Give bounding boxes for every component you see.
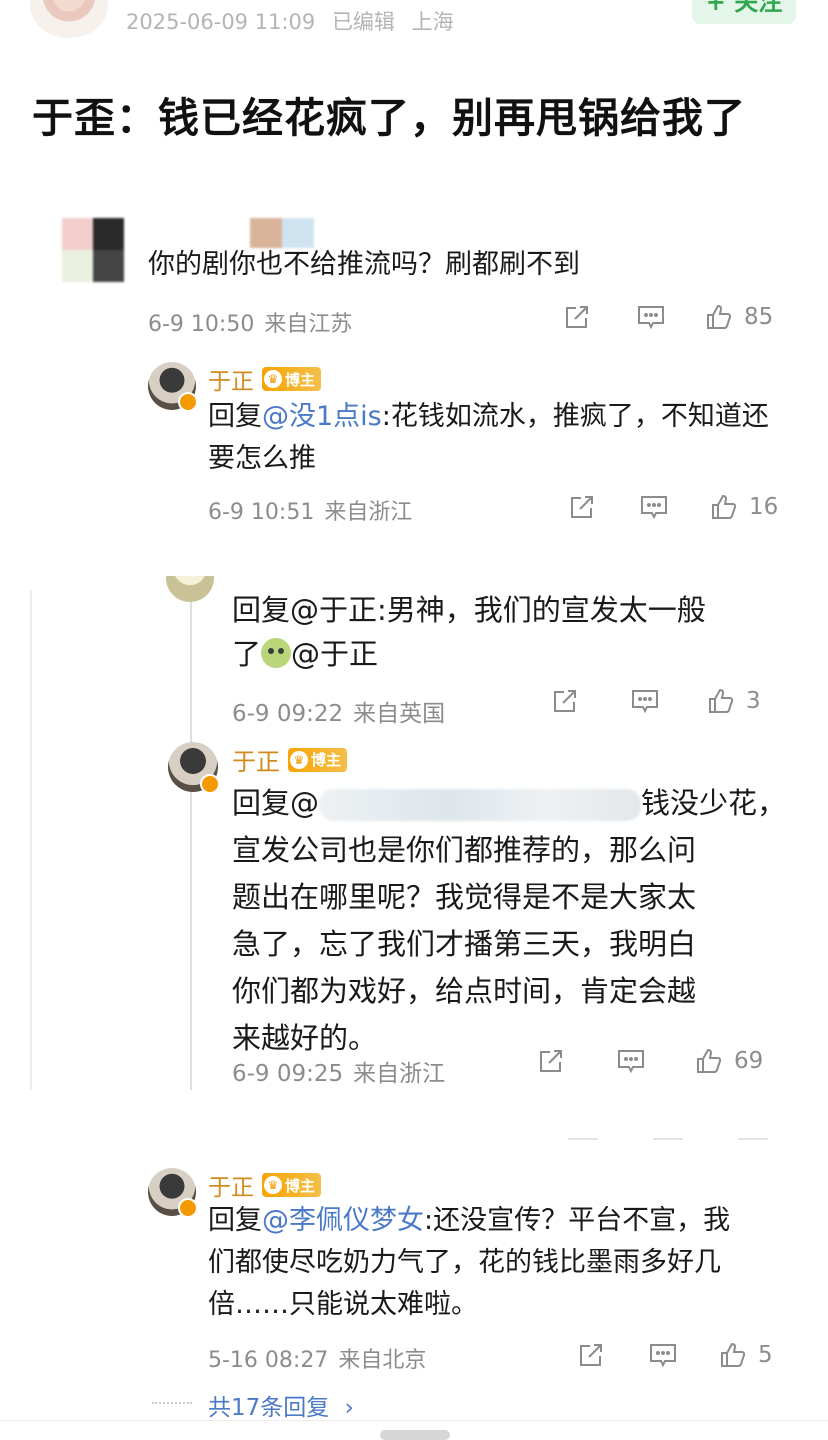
like-count: 3 — [746, 688, 761, 714]
like-count: 16 — [749, 494, 779, 520]
chevron-right-icon: › — [344, 1395, 354, 1421]
thread-line — [190, 590, 192, 1090]
comment-actions: 3 — [548, 686, 761, 716]
comment-text: 回复@于正:男神，我们的宣发太一般 了 @于正 — [232, 593, 706, 671]
reply-avatar[interactable] — [168, 742, 220, 794]
like-icon — [707, 304, 732, 329]
comment-actions: 85 — [560, 302, 773, 332]
share-button[interactable] — [565, 492, 599, 522]
like-count: 85 — [744, 304, 774, 330]
crown-icon: ♛ — [264, 1176, 282, 1194]
reply-meta: 6-9 10:51 来自浙江 — [208, 500, 413, 525]
like-button[interactable]: 16 — [709, 492, 778, 522]
reply-text: 回复@李佩仪梦女:还没宣传？平台不宣，我 们都使尽吃奶力气了，花的钱比墨雨多好几… — [208, 1205, 731, 1320]
reply-meta: 6-9 09:25 来自浙江 — [232, 1061, 446, 1087]
blogger-badge: ♛ 博主 — [262, 1173, 322, 1197]
reply-text: 回复@ 钱没少花， 宣发公司也是你们都推荐的，那么问 题出在哪里呢？我觉得是不是大… — [232, 786, 787, 1055]
like-button[interactable]: 5 — [718, 1340, 773, 1370]
like-icon — [709, 688, 734, 713]
comment-icon — [641, 496, 667, 520]
comment-icon — [650, 1344, 676, 1368]
home-indicator[interactable] — [380, 1430, 450, 1440]
post-headline: 于歪：钱已经花疯了，别再甩锅给我了 — [32, 94, 746, 142]
comment-text: 你的剧你也不给推流吗？刷都刷不到 — [148, 249, 580, 280]
share-icon — [571, 496, 593, 518]
post-meta: 2025-06-09 11:09 已编辑 上海 — [126, 6, 464, 36]
blogger-badge: ♛ 博主 — [288, 747, 348, 772]
like-count: 69 — [734, 1048, 764, 1074]
reply-actions: 69 — [534, 1046, 763, 1076]
like-icon — [712, 494, 737, 519]
share-button[interactable] — [574, 1340, 608, 1370]
reply-username[interactable]: 于正 ♛ 博主 — [232, 742, 348, 777]
reply-actions: 16 — [565, 492, 778, 522]
share-button[interactable] — [560, 302, 594, 332]
crown-icon: ♛ — [264, 370, 282, 388]
like-icon — [697, 1048, 722, 1073]
reply-button[interactable] — [646, 1340, 680, 1370]
follow-button[interactable]: + 关注 — [692, 0, 796, 24]
reply-meta: 5-16 08:27 来自北京 — [208, 1348, 427, 1373]
poster-avatar[interactable] — [30, 0, 108, 38]
mention-link[interactable]: @李佩仪梦女 — [262, 1205, 424, 1236]
crop-marks — [568, 1138, 768, 1144]
blurred-avatar[interactable] — [62, 218, 124, 282]
share-icon — [566, 306, 588, 328]
comment-icon — [618, 1050, 644, 1074]
share-icon — [540, 1050, 562, 1072]
cropped-avatar[interactable] — [166, 576, 214, 602]
like-icon — [721, 1342, 746, 1367]
screenshot-edge — [30, 590, 32, 1090]
share-icon — [554, 690, 576, 712]
comment-icon — [632, 690, 658, 714]
post-location: 上海 — [411, 10, 454, 34]
mention-link[interactable]: @没1点is — [262, 401, 382, 432]
share-button[interactable] — [548, 686, 582, 716]
like-button[interactable]: 69 — [694, 1046, 763, 1076]
reply-button[interactable] — [634, 302, 668, 332]
comment-icon — [638, 306, 664, 330]
comment-meta: 6-9 09:22 来自英国 — [232, 701, 446, 727]
crown-icon: ♛ — [290, 750, 308, 769]
comment-meta: 6-9 10:50 来自江苏 — [148, 312, 353, 337]
reply-button[interactable] — [614, 1046, 648, 1076]
reply-avatar[interactable] — [148, 362, 198, 412]
like-button[interactable]: 85 — [704, 302, 773, 332]
reply-text: 回复@没1点is:花钱如流水，推疯了，不知道还要怎么推 — [208, 401, 769, 474]
reply-username[interactable]: 于正 ♛ 博主 — [208, 1168, 322, 1202]
share-icon — [580, 1344, 602, 1366]
dotted-separator — [152, 1402, 192, 1406]
blurred-mention — [319, 789, 642, 821]
blogger-badge: ♛ 博主 — [262, 367, 322, 391]
reply-actions: 5 — [574, 1340, 773, 1370]
like-button[interactable]: 3 — [706, 686, 761, 716]
divider — [0, 1420, 828, 1421]
share-button[interactable] — [534, 1046, 568, 1076]
reply-username[interactable]: 于正 ♛ 博主 — [208, 362, 322, 396]
reply-avatar[interactable] — [148, 1168, 198, 1218]
more-replies-link[interactable]: 共17条回复 › — [208, 1388, 354, 1422]
like-count: 5 — [758, 1342, 773, 1368]
emoji-icon — [261, 638, 292, 668]
reply-button[interactable] — [637, 492, 671, 522]
reply-button[interactable] — [628, 686, 662, 716]
post-edited: 已编辑 — [331, 10, 395, 34]
post-timestamp: 2025-06-09 11:09 — [126, 10, 316, 34]
